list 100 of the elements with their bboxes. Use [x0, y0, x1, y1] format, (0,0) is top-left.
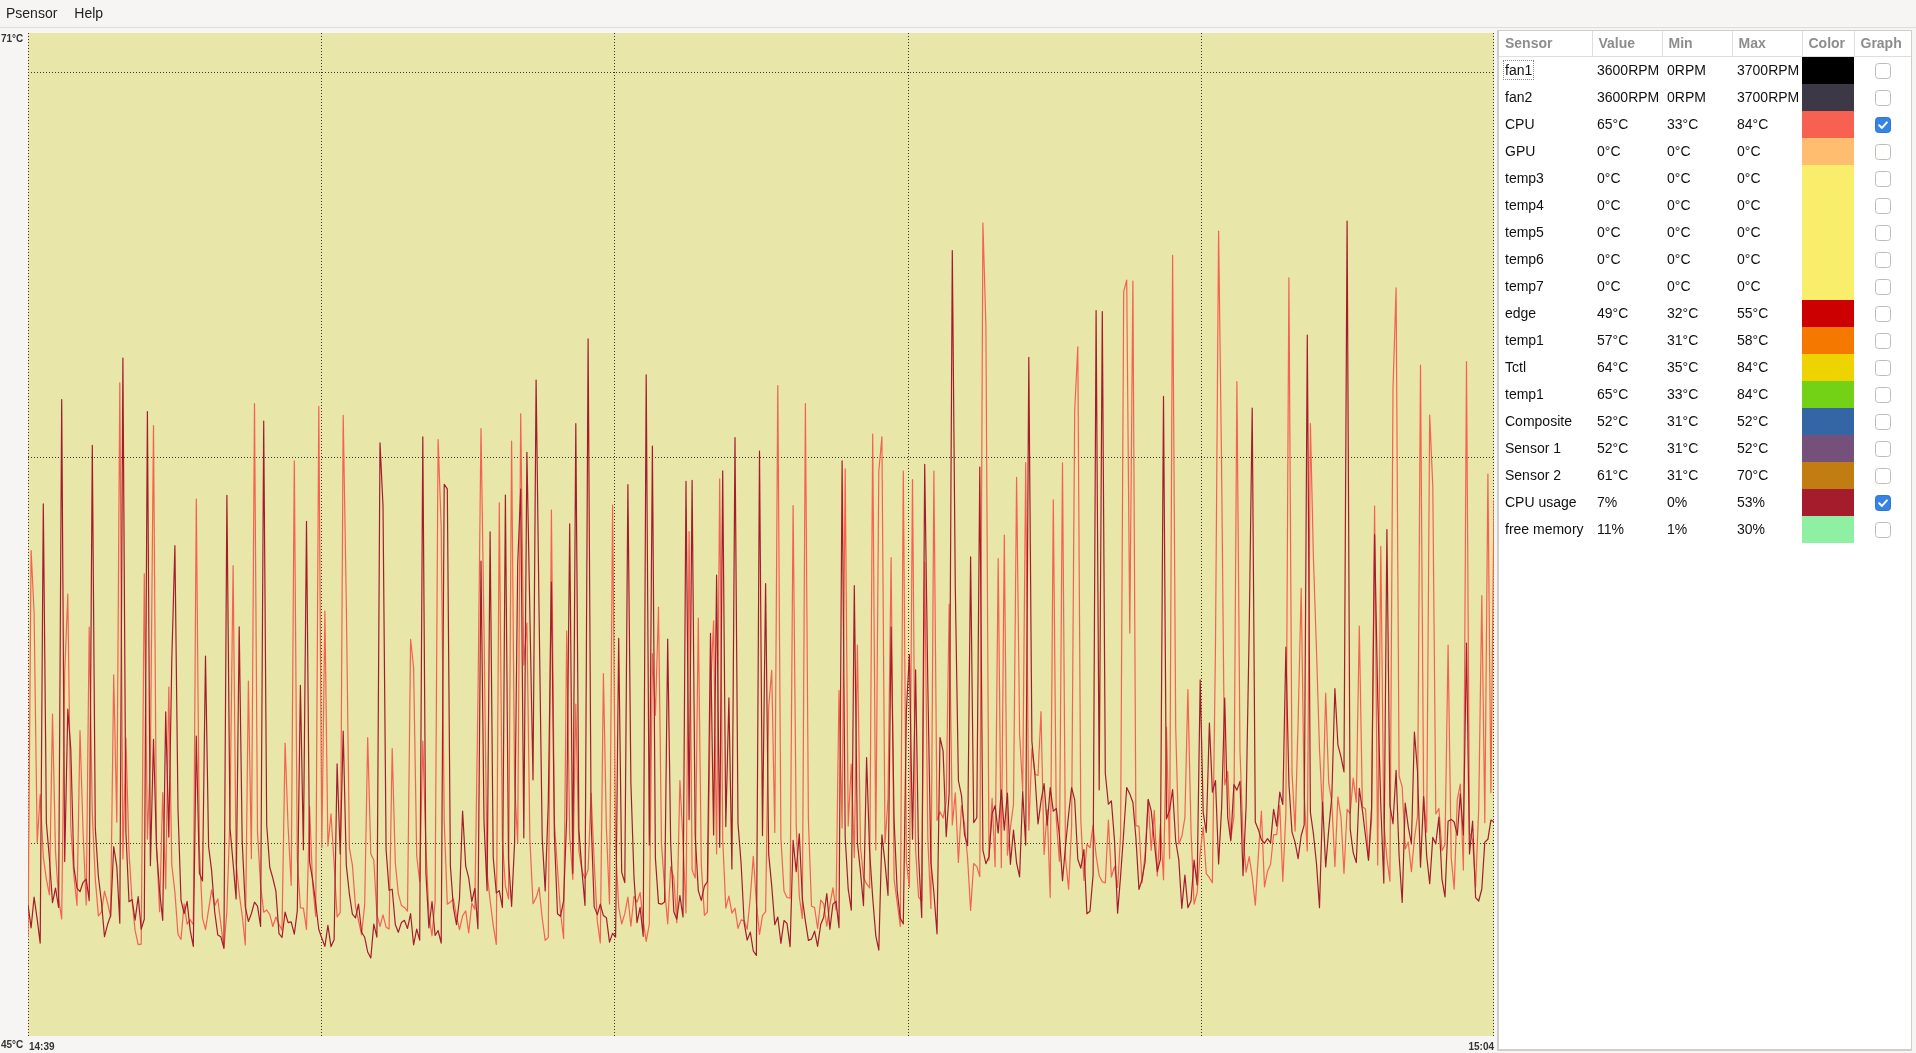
table-cell: 84°C	[1732, 353, 1802, 381]
table-cell-text: 0°C	[1666, 142, 1692, 161]
table-cell: 30%	[1732, 515, 1802, 543]
sensor-name[interactable]: CPU usage	[1504, 493, 1578, 511]
table-cell-text: 33°C	[1666, 385, 1700, 404]
table-cell-text: 31°C	[1666, 439, 1700, 458]
checkbox[interactable]	[1874, 494, 1891, 511]
sensor-name[interactable]: Sensor 1	[1504, 439, 1563, 457]
table-cell-text: 0°C	[1666, 277, 1692, 296]
table-cell: 0°C	[1732, 191, 1802, 219]
checkbox[interactable]	[1874, 521, 1891, 538]
color-swatch-icon[interactable]	[1802, 407, 1854, 435]
table-cell: 0°C	[1732, 137, 1802, 165]
sensor-name[interactable]: temp7	[1504, 277, 1545, 295]
color-swatch-icon[interactable]	[1802, 434, 1854, 462]
table-cell-text: 65°C	[1596, 385, 1630, 404]
table-cell-text: 31°C	[1666, 331, 1700, 350]
color-swatch-icon[interactable]	[1802, 326, 1854, 354]
table-cell-text: 31°C	[1666, 466, 1700, 485]
sensor-name[interactable]: temp6	[1504, 250, 1545, 268]
sensor-name[interactable]: temp1	[1504, 385, 1545, 403]
table-cell-text: 49°C	[1596, 304, 1630, 323]
table-cell: 84°C	[1732, 110, 1802, 138]
color-swatch-icon[interactable]	[1802, 299, 1854, 327]
checkbox[interactable]	[1874, 440, 1891, 457]
table-cell: 52°C	[1732, 407, 1802, 435]
checkbox[interactable]	[1874, 332, 1891, 349]
checkbox[interactable]	[1874, 62, 1891, 79]
color-swatch-icon[interactable]	[1802, 353, 1854, 381]
checkbox[interactable]	[1874, 143, 1891, 160]
checkbox[interactable]	[1874, 89, 1891, 106]
table-cell-text: 65°C	[1596, 115, 1630, 134]
table-cell-text: 0°C	[1596, 142, 1622, 161]
checkbox[interactable]	[1874, 116, 1891, 133]
color-swatch-icon[interactable]	[1802, 380, 1854, 408]
table-cell-text: 35°C	[1666, 358, 1700, 377]
checkbox[interactable]	[1874, 413, 1891, 430]
color-swatch-icon[interactable]	[1802, 83, 1854, 111]
checkbox[interactable]	[1874, 305, 1891, 322]
checkbox[interactable]	[1874, 359, 1891, 376]
color-swatch-icon[interactable]	[1802, 515, 1854, 543]
color-swatch-icon[interactable]	[1802, 56, 1854, 84]
color-swatch-icon[interactable]	[1802, 461, 1854, 489]
sensor-name[interactable]: GPU	[1504, 142, 1537, 160]
table-cell-text: 0°C	[1666, 169, 1692, 188]
table-cell-text: 0°C	[1596, 277, 1622, 296]
menu-item[interactable]: Psensor	[0, 2, 64, 25]
table-cell-text: 0°C	[1596, 196, 1622, 215]
table-cell-text: 64°C	[1596, 358, 1630, 377]
sensor-name[interactable]: Sensor 2	[1504, 466, 1563, 484]
table-cell-text: 1%	[1666, 520, 1689, 539]
table-cell: 0°C	[1732, 272, 1802, 300]
sensor-name[interactable]: free memory	[1504, 520, 1585, 538]
table-cell: 0RPM	[1662, 56, 1732, 84]
table-cell-text: 52°C	[1596, 412, 1630, 431]
table-cell: 3700RPM	[1732, 83, 1802, 111]
axis-label: 45°C	[0, 1039, 24, 1051]
color-swatch-icon[interactable]	[1802, 110, 1854, 138]
color-swatch-icon[interactable]	[1802, 137, 1854, 165]
table-cell-text: 0°C	[1666, 223, 1692, 242]
table-cell: 3700RPM	[1732, 56, 1802, 84]
sensor-name[interactable]: CPU	[1504, 115, 1536, 133]
table-cell-text: 0%	[1666, 493, 1689, 512]
checkbox[interactable]	[1874, 251, 1891, 268]
table-cell: 52°C	[1732, 434, 1802, 462]
table-cell: 53%	[1732, 488, 1802, 516]
table-cell-text: 0°C	[1666, 250, 1692, 269]
sensor-name[interactable]: temp4	[1504, 196, 1545, 214]
table-cell-text: 11%	[1596, 520, 1625, 539]
axis-label: 71°C	[0, 33, 24, 45]
sensor-name[interactable]: edge	[1504, 304, 1538, 322]
checkbox[interactable]	[1874, 278, 1891, 295]
sensor-name[interactable]: temp1	[1504, 331, 1545, 349]
sensor-name[interactable]: temp3	[1504, 169, 1545, 187]
menu-item[interactable]: Help	[68, 2, 110, 25]
sensor-name[interactable]: fan2	[1504, 88, 1534, 106]
table-cell-text: 0°C	[1596, 250, 1622, 269]
table-cell-text: 3600RPM	[1596, 88, 1661, 107]
color-swatch-icon[interactable]	[1802, 164, 1854, 192]
table-cell: 0°C	[1732, 218, 1802, 246]
color-swatch-icon[interactable]	[1802, 488, 1854, 516]
table-cell-text: 0RPM	[1666, 88, 1707, 107]
table-cell: 70°C	[1732, 461, 1802, 489]
checkbox[interactable]	[1874, 197, 1891, 214]
checkbox[interactable]	[1874, 386, 1891, 403]
checkbox[interactable]	[1874, 224, 1891, 241]
table-cell-text: 32°C	[1666, 304, 1700, 323]
table-cell-text: 52°C	[1596, 439, 1630, 458]
sensor-name[interactable]: fan1	[1504, 61, 1534, 79]
sensor-name[interactable]: temp5	[1504, 223, 1545, 241]
checkbox[interactable]	[1874, 467, 1891, 484]
sensor-name[interactable]: Tctl	[1504, 358, 1527, 376]
checkbox[interactable]	[1874, 170, 1891, 187]
sensor-name[interactable]: Composite	[1504, 412, 1573, 430]
table-cell-text: 31°C	[1666, 412, 1700, 431]
axis-label: 15:04	[1468, 1041, 1494, 1053]
table-cell: 0°C	[1732, 245, 1802, 273]
color-swatch-icon[interactable]	[1802, 272, 1854, 300]
table-cell: 3600RPM	[1592, 56, 1662, 84]
table-cell: 0°C	[1732, 164, 1802, 192]
